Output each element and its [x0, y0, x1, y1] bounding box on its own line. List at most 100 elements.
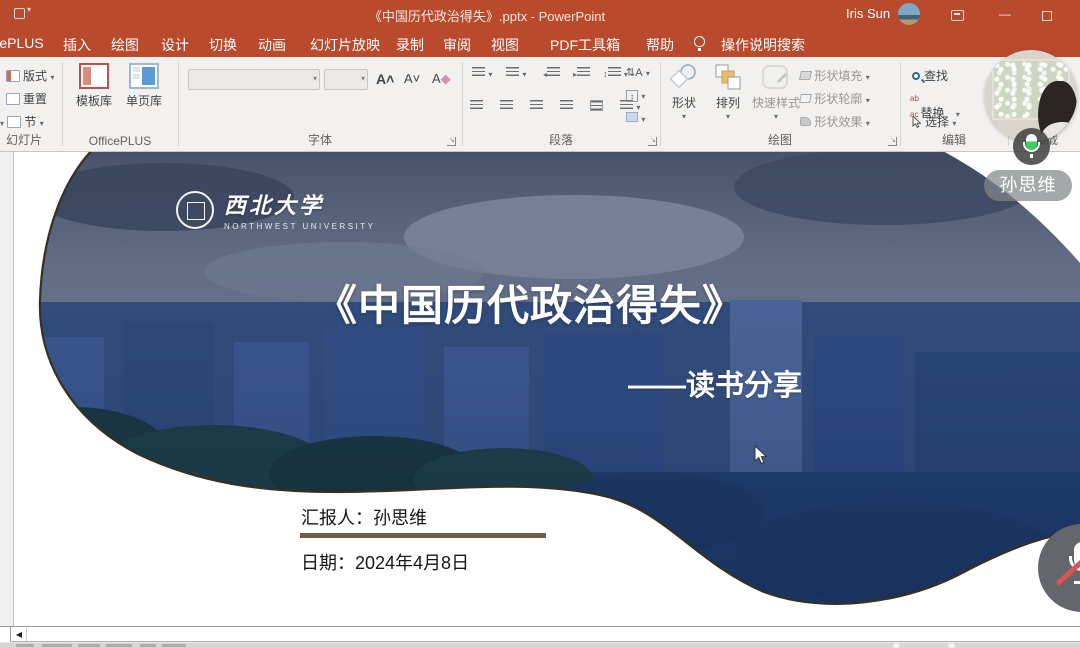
- account-name[interactable]: Iris Sun: [846, 6, 890, 21]
- document-title: 《中国历代政治得失》.pptx - PowerPoint: [0, 6, 974, 25]
- group-label-paragraph: 段落: [462, 131, 660, 148]
- arrange-button[interactable]: 排列▾: [706, 61, 750, 121]
- slide-background-art: [14, 152, 1080, 627]
- tell-me-bulb-icon: [694, 36, 705, 47]
- tab-transitions[interactable]: 切换: [209, 35, 237, 55]
- select-icon: [912, 116, 922, 128]
- shrink-font-button[interactable]: A˅: [404, 71, 420, 86]
- university-seal-icon: [176, 191, 214, 229]
- smartart-button[interactable]: ▾: [626, 111, 645, 125]
- tab-slideshow[interactable]: 幻灯片放映: [310, 35, 380, 55]
- template-library-icon: [79, 63, 109, 89]
- page-library-button[interactable]: 单页库: [122, 61, 166, 109]
- shape-effects-button[interactable]: 形状效果 ▾: [800, 113, 870, 130]
- date-line[interactable]: 日期：2024年4月8日: [301, 549, 469, 575]
- shapes-button[interactable]: 形状▾: [662, 61, 706, 121]
- justify-icon: [560, 100, 573, 111]
- tab-review[interactable]: 审阅: [443, 35, 471, 55]
- text-direction-button[interactable]: ⇅A ▾: [626, 65, 650, 79]
- tab-animations[interactable]: 动画: [258, 35, 286, 55]
- increase-indent-button[interactable]: ▸: [573, 66, 590, 80]
- template-library-button[interactable]: 模板库: [72, 61, 116, 109]
- slide-thumbnail-panel-edge[interactable]: [0, 152, 14, 627]
- scroll-left-button[interactable]: ◀: [12, 628, 27, 641]
- tab-officeplus[interactable]: cePLUS: [0, 35, 44, 51]
- restore-button[interactable]: [1032, 4, 1062, 24]
- clear-formatting-button[interactable]: A◆: [432, 71, 451, 87]
- tab-draw[interactable]: 绘图: [111, 35, 139, 55]
- group-label-drawing: 绘图: [660, 131, 900, 148]
- find-button[interactable]: 查找: [912, 67, 948, 84]
- section-button[interactable]: ▾ 节 ▾: [0, 113, 44, 130]
- tab-record[interactable]: 录制: [396, 35, 424, 55]
- paragraph-dialog-launcher[interactable]: ↘: [648, 137, 657, 146]
- drawing-dialog-launcher[interactable]: ↘: [888, 137, 897, 146]
- numbering-button[interactable]: ▾: [506, 66, 526, 80]
- shape-outline-button[interactable]: 形状轮廓 ▾: [800, 90, 870, 107]
- tell-me-search[interactable]: 操作说明搜索: [721, 35, 805, 55]
- shape-fill-button[interactable]: 形状填充 ▾: [800, 67, 870, 84]
- align-center-button[interactable]: [500, 99, 513, 113]
- numbering-icon: [506, 67, 519, 78]
- distribute-icon: [590, 100, 603, 111]
- align-left-button[interactable]: [470, 99, 483, 113]
- ribbon-tab-row: cePLUS 插入 绘图 设计 切换 动画 幻灯片放映 录制 审阅 视图 PDF…: [0, 28, 1080, 57]
- font-size-combo[interactable]: [324, 69, 368, 90]
- line-spacing-icon: [608, 67, 621, 78]
- align-text-icon: ↕: [626, 90, 638, 102]
- status-bar: [0, 643, 1080, 648]
- tab-design[interactable]: 设计: [161, 35, 189, 55]
- reset-icon: [6, 93, 20, 105]
- quick-styles-button[interactable]: 快速样式▾: [748, 61, 804, 121]
- university-name-cn: 西北大学: [224, 193, 324, 218]
- presenter-line[interactable]: 汇报人：孙思维: [301, 504, 427, 530]
- mic-arc: [1023, 142, 1040, 152]
- increase-indent-icon: [577, 67, 590, 78]
- university-logo: 西北大学 NORTHWEST UNIVERSITY: [176, 188, 376, 231]
- shape-fill-icon: [799, 71, 812, 80]
- tab-help[interactable]: 帮助: [646, 35, 674, 55]
- tab-insert[interactable]: 插入: [63, 35, 91, 55]
- horizontal-scrollbar[interactable]: ◀: [0, 626, 1080, 642]
- align-text-button[interactable]: ↕ ▾: [626, 88, 645, 102]
- align-right-icon: [530, 100, 543, 111]
- slide-title[interactable]: 《中国历代政治得失》: [230, 272, 830, 333]
- arrange-icon: [713, 63, 743, 91]
- group-label-slides: 幻灯片: [0, 131, 54, 148]
- tab-view[interactable]: 视图: [491, 35, 519, 55]
- university-name-en: NORTHWEST UNIVERSITY: [224, 222, 376, 231]
- account-avatar[interactable]: [898, 3, 920, 25]
- distribute-button[interactable]: [590, 99, 603, 113]
- minimize-button[interactable]: —: [990, 4, 1020, 24]
- decrease-indent-button[interactable]: ◂: [543, 66, 560, 80]
- bullets-icon: [472, 67, 485, 78]
- ribbon-display-options-button[interactable]: [942, 4, 972, 24]
- slide-canvas[interactable]: 西北大学 NORTHWEST UNIVERSITY 《中国历代政治得失》 ——读…: [14, 152, 1080, 627]
- participant-name-tag: 孙思维: [984, 170, 1072, 201]
- mic-active-indicator[interactable]: [1013, 128, 1050, 165]
- reset-button[interactable]: 重置: [6, 90, 47, 107]
- shape-effects-icon: [800, 117, 811, 126]
- layout-icon: [6, 70, 20, 82]
- tab-pdf-toolbox[interactable]: PDF工具箱: [550, 35, 620, 55]
- font-dialog-launcher[interactable]: ↘: [447, 137, 456, 146]
- shapes-icon: [669, 63, 699, 91]
- align-center-icon: [500, 100, 513, 111]
- decrease-indent-icon: [547, 67, 560, 78]
- scrollbar-corner: [0, 627, 11, 642]
- title-bar: 《中国历代政治得失》.pptx - PowerPoint Iris Sun —: [0, 0, 1080, 28]
- bullets-button[interactable]: ▾: [472, 66, 492, 80]
- smartart-icon: [626, 112, 638, 122]
- quick-styles-icon: [760, 63, 792, 91]
- layout-button[interactable]: 版式 ▾: [6, 67, 54, 84]
- align-right-button[interactable]: [530, 99, 543, 113]
- justify-button[interactable]: [560, 99, 573, 113]
- select-button[interactable]: 选择 ▾: [912, 113, 956, 130]
- group-label-officeplus: OfficePLUS: [62, 134, 178, 148]
- slide-subtitle[interactable]: ——读书分享: [590, 362, 840, 404]
- grow-font-button[interactable]: A˄: [376, 71, 394, 87]
- powerpoint-window: 《中国历代政治得失》.pptx - PowerPoint Iris Sun — …: [0, 0, 1080, 648]
- font-name-combo[interactable]: [188, 69, 320, 90]
- page-library-icon: [129, 63, 159, 89]
- line-spacing-button[interactable]: ↕ ▾: [603, 66, 628, 80]
